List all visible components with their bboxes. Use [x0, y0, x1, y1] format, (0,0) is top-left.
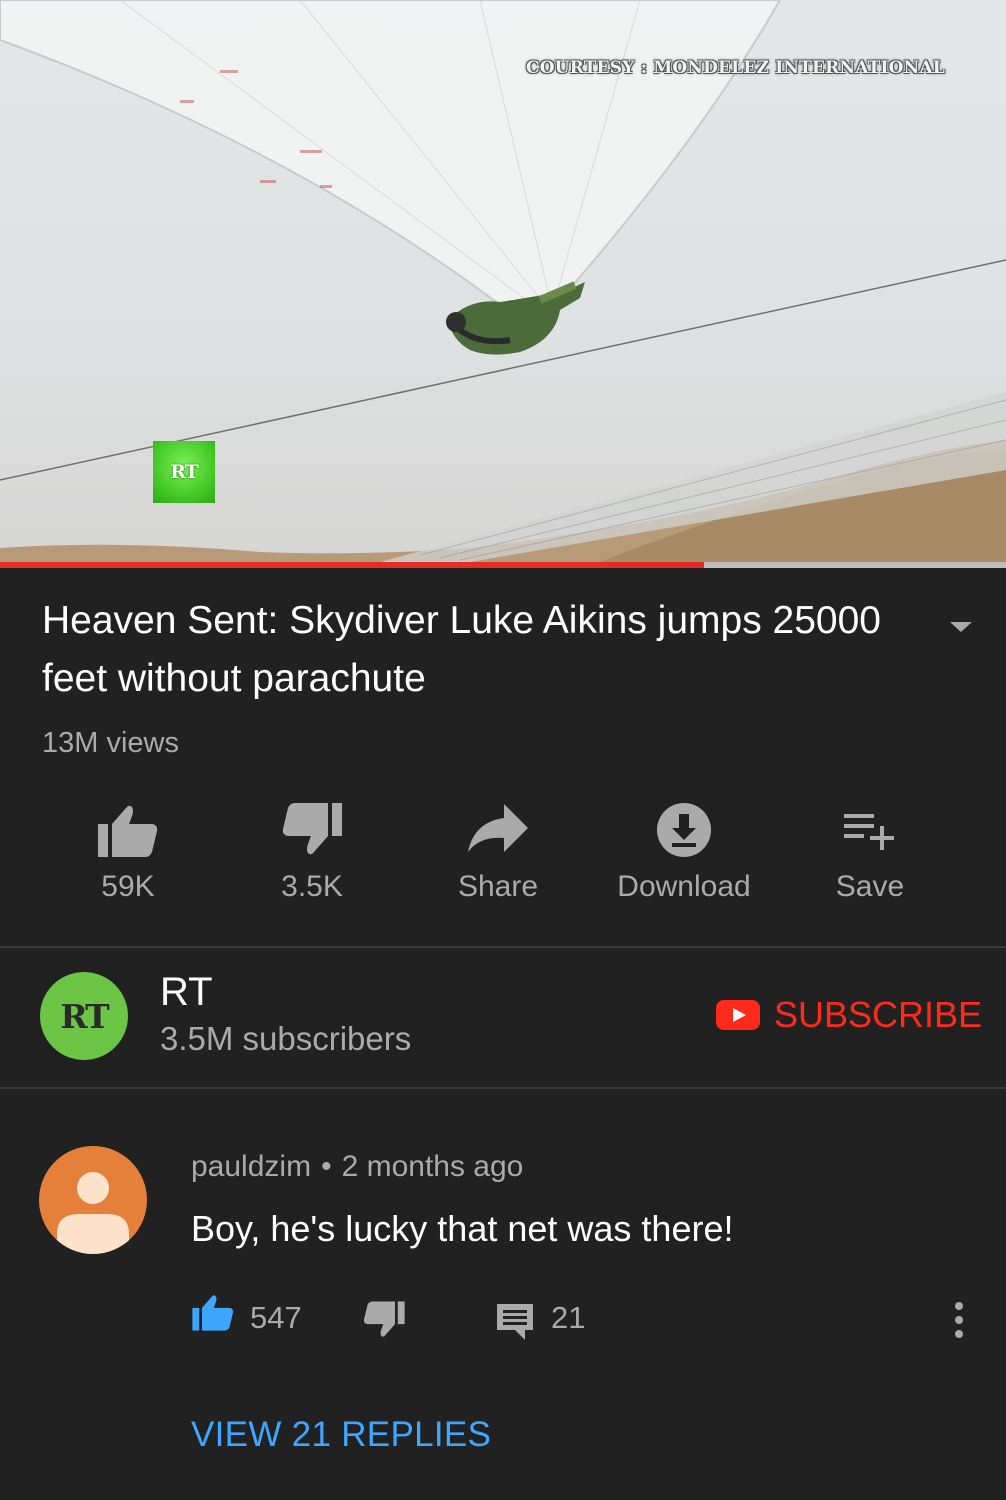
channel-name[interactable]: RT — [160, 970, 213, 1015]
default-user-icon — [57, 1172, 129, 1254]
video-player[interactable]: COURTESY : MONDELEZ INTERNATIONAL RT — [0, 0, 1006, 562]
reply-comment-icon[interactable] — [495, 1302, 535, 1342]
like-count: 59K — [101, 870, 155, 903]
download-button[interactable]: Download — [594, 798, 774, 918]
channel-avatar[interactable]: RT — [40, 972, 128, 1060]
subscribe-label: SUBSCRIBE — [774, 994, 983, 1035]
comment-author[interactable]: pauldzim — [191, 1150, 311, 1183]
courtesy-watermark: COURTESY : MONDELEZ INTERNATIONAL — [526, 58, 945, 78]
comment-like-count: 547 — [250, 1300, 302, 1335]
divider — [0, 1087, 1006, 1089]
download-icon — [657, 803, 711, 857]
comment-meta: pauldzim • 2 months ago — [191, 1150, 523, 1184]
playlist-add-icon — [844, 814, 894, 850]
channel-avatar-text: RT — [60, 996, 109, 1036]
thumbs-down-icon — [282, 803, 342, 855]
view-count: 13M views — [42, 727, 179, 759]
commenter-avatar[interactable] — [39, 1146, 147, 1254]
rt-logo-watermark: RT — [153, 441, 215, 503]
share-label: Share — [457, 870, 539, 903]
comment-text: Boy, he's lucky that net was there! — [191, 1208, 734, 1249]
subscriber-count: 3.5M subscribers — [160, 1020, 412, 1057]
chevron-down-icon[interactable] — [946, 616, 976, 636]
save-button[interactable]: Save — [780, 798, 960, 918]
dislike-count: 3.5K — [281, 870, 343, 903]
view-replies-link[interactable]: VIEW 21 REPLIES — [191, 1415, 491, 1455]
share-icon — [468, 804, 528, 852]
video-title: Heaven Sent: Skydiver Luke Aikins jumps … — [42, 599, 881, 700]
rt-logo-text: RT — [170, 461, 199, 483]
more-options-icon[interactable] — [944, 1300, 974, 1340]
comment-reply-count: 21 — [551, 1300, 586, 1335]
progress-played — [0, 562, 705, 568]
youtube-logo-icon — [716, 1000, 760, 1030]
thumbs-down-icon[interactable] — [362, 1298, 406, 1342]
comment-time: 2 months ago — [341, 1150, 524, 1183]
subscribe-button[interactable]: SUBSCRIBE — [716, 994, 982, 1036]
action-bar: 59K 3.5K Share Download Save — [0, 798, 1006, 918]
like-button[interactable]: 59K — [38, 798, 218, 918]
meta-separator: • — [321, 1150, 332, 1183]
thumbs-up-icon[interactable] — [191, 1290, 235, 1334]
divider — [0, 946, 1006, 948]
video-progress-bar[interactable] — [0, 562, 1006, 568]
download-label: Download — [617, 870, 751, 903]
dislike-button[interactable]: 3.5K — [222, 798, 402, 918]
thumbs-up-icon — [98, 805, 158, 857]
save-label: Save — [835, 870, 905, 903]
video-frame — [0, 0, 1006, 562]
comment-actions: 547 21 — [0, 1290, 1006, 1350]
share-button[interactable]: Share — [408, 798, 588, 918]
